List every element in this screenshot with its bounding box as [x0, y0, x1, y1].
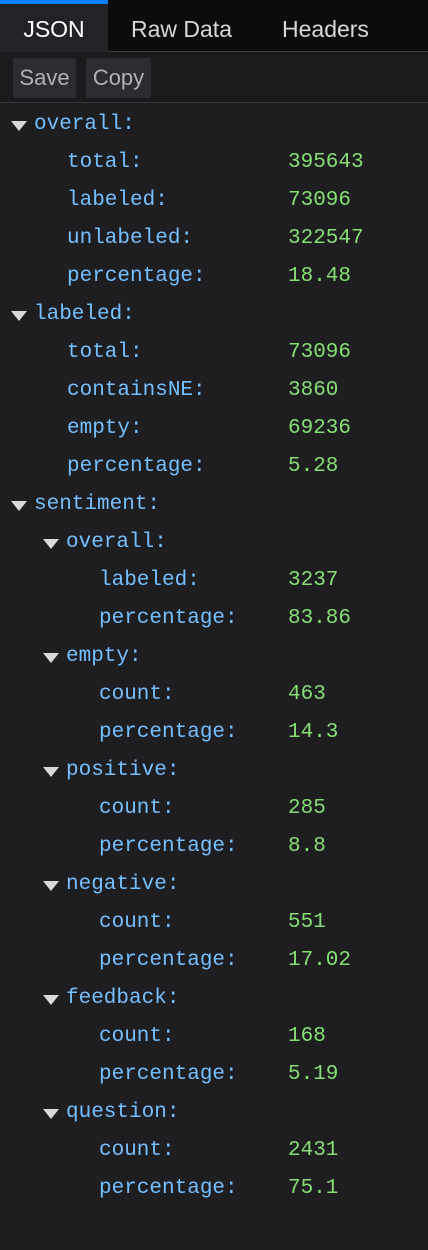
- tree-key: labeled:: [34, 303, 135, 326]
- tree-key: count:: [99, 683, 175, 706]
- tab-json[interactable]: JSON: [0, 0, 108, 52]
- tree-key: total:: [67, 151, 143, 174]
- tree-row: count: 285: [0, 790, 428, 828]
- tree-value: 168: [288, 1025, 326, 1048]
- expand-triangle-icon[interactable]: [43, 881, 59, 891]
- expand-triangle-icon[interactable]: [43, 539, 59, 549]
- tree-row: labeled: 3237: [0, 562, 428, 600]
- tree-node-sentiment[interactable]: sentiment:: [0, 486, 428, 524]
- expand-triangle-icon[interactable]: [11, 121, 27, 131]
- tree-value: 75.1: [288, 1177, 339, 1200]
- tree-row: percentage: 14.3: [0, 714, 428, 752]
- tree-node-labeled[interactable]: labeled:: [0, 296, 428, 334]
- tree-row: count: 551: [0, 904, 428, 942]
- tree-value: 463: [288, 683, 326, 706]
- expand-triangle-icon[interactable]: [11, 311, 27, 321]
- tree-key: percentage:: [99, 835, 238, 858]
- tree-key: count:: [99, 1139, 175, 1162]
- tree-key: percentage:: [99, 721, 238, 744]
- tree-key: positive:: [66, 759, 180, 782]
- tree-row: total: 73096: [0, 334, 428, 372]
- tree-node-sentiment-feedback[interactable]: feedback:: [0, 980, 428, 1018]
- tree-key: percentage:: [99, 1063, 238, 1086]
- expand-triangle-icon[interactable]: [43, 1109, 59, 1119]
- tree-value: 3237: [288, 569, 339, 592]
- tree-key: empty:: [66, 645, 142, 668]
- copy-button[interactable]: Copy: [86, 58, 151, 98]
- tree-value: 5.28: [288, 455, 339, 478]
- tree-node-sentiment-negative[interactable]: negative:: [0, 866, 428, 904]
- tree-key: count:: [99, 1025, 175, 1048]
- tree-key: labeled:: [99, 569, 200, 592]
- tree-key: overall:: [66, 531, 167, 554]
- tree-row: percentage: 5.28: [0, 448, 428, 486]
- tree-node-sentiment-positive[interactable]: positive:: [0, 752, 428, 790]
- tree-key: containsNE:: [67, 379, 206, 402]
- tree-key: negative:: [66, 873, 180, 896]
- tab-headers[interactable]: Headers: [282, 0, 369, 52]
- tree-key: empty:: [67, 417, 143, 440]
- tree-value: 285: [288, 797, 326, 820]
- tree-key: percentage:: [67, 265, 206, 288]
- tree-node-sentiment-overall[interactable]: overall:: [0, 524, 428, 562]
- tree-key: labeled:: [67, 189, 168, 212]
- expand-triangle-icon[interactable]: [43, 767, 59, 777]
- tree-value: 322547: [288, 227, 364, 250]
- tree-key: percentage:: [99, 607, 238, 630]
- expand-triangle-icon[interactable]: [11, 501, 27, 511]
- tree-value: 395643: [288, 151, 364, 174]
- tree-value: 2431: [288, 1139, 339, 1162]
- tree-value: 73096: [288, 189, 352, 212]
- tree-value: 8.8: [288, 835, 326, 858]
- tree-value: 18.48: [288, 265, 352, 288]
- tree-node-sentiment-empty[interactable]: empty:: [0, 638, 428, 676]
- tree-value: 14.3: [288, 721, 339, 744]
- tree-row: percentage: 18.48: [0, 258, 428, 296]
- tree-value: 5.19: [288, 1063, 339, 1086]
- save-button[interactable]: Save: [13, 58, 76, 98]
- tree-value: 551: [288, 911, 326, 934]
- tree-row: percentage: 83.86: [0, 600, 428, 638]
- tree-key: unlabeled:: [67, 227, 194, 250]
- expand-triangle-icon[interactable]: [43, 995, 59, 1005]
- tree-row: empty: 69236: [0, 410, 428, 448]
- tree-value: 73096: [288, 341, 352, 364]
- tree-key: count:: [99, 797, 175, 820]
- tree-row: containsNE: 3860: [0, 372, 428, 410]
- tree-key: percentage:: [99, 1177, 238, 1200]
- tree-node-sentiment-question[interactable]: question:: [0, 1094, 428, 1132]
- tree-key: feedback:: [66, 987, 180, 1010]
- tree-node-overall[interactable]: overall:: [0, 106, 428, 144]
- tree-key: question:: [66, 1101, 180, 1124]
- tree-key: sentiment:: [34, 493, 161, 516]
- tree-key: percentage:: [67, 455, 206, 478]
- tree-row: unlabeled: 322547: [0, 220, 428, 258]
- tree-row: count: 2431: [0, 1132, 428, 1170]
- tree-value: 3860: [288, 379, 339, 402]
- tree-key: total:: [67, 341, 143, 364]
- tree-row: percentage: 8.8: [0, 828, 428, 866]
- tree-value: 17.02: [288, 949, 352, 972]
- json-toolbar: Save Copy: [0, 53, 428, 103]
- tree-row: percentage: 75.1: [0, 1170, 428, 1208]
- tree-key: count:: [99, 911, 175, 934]
- tab-bar: JSON Raw Data Headers: [0, 0, 428, 52]
- tree-row: labeled: 73096: [0, 182, 428, 220]
- tree-key: overall:: [34, 113, 135, 136]
- tree-row: percentage: 5.19: [0, 1056, 428, 1094]
- tree-key: percentage:: [99, 949, 238, 972]
- expand-triangle-icon[interactable]: [43, 653, 59, 663]
- tree-value: 83.86: [288, 607, 352, 630]
- tab-raw-data[interactable]: Raw Data: [131, 0, 232, 52]
- tree-value: 69236: [288, 417, 352, 440]
- tree-row: count: 463: [0, 676, 428, 714]
- tree-row: percentage: 17.02: [0, 942, 428, 980]
- tree-row: total: 395643: [0, 144, 428, 182]
- tree-row: count: 168: [0, 1018, 428, 1056]
